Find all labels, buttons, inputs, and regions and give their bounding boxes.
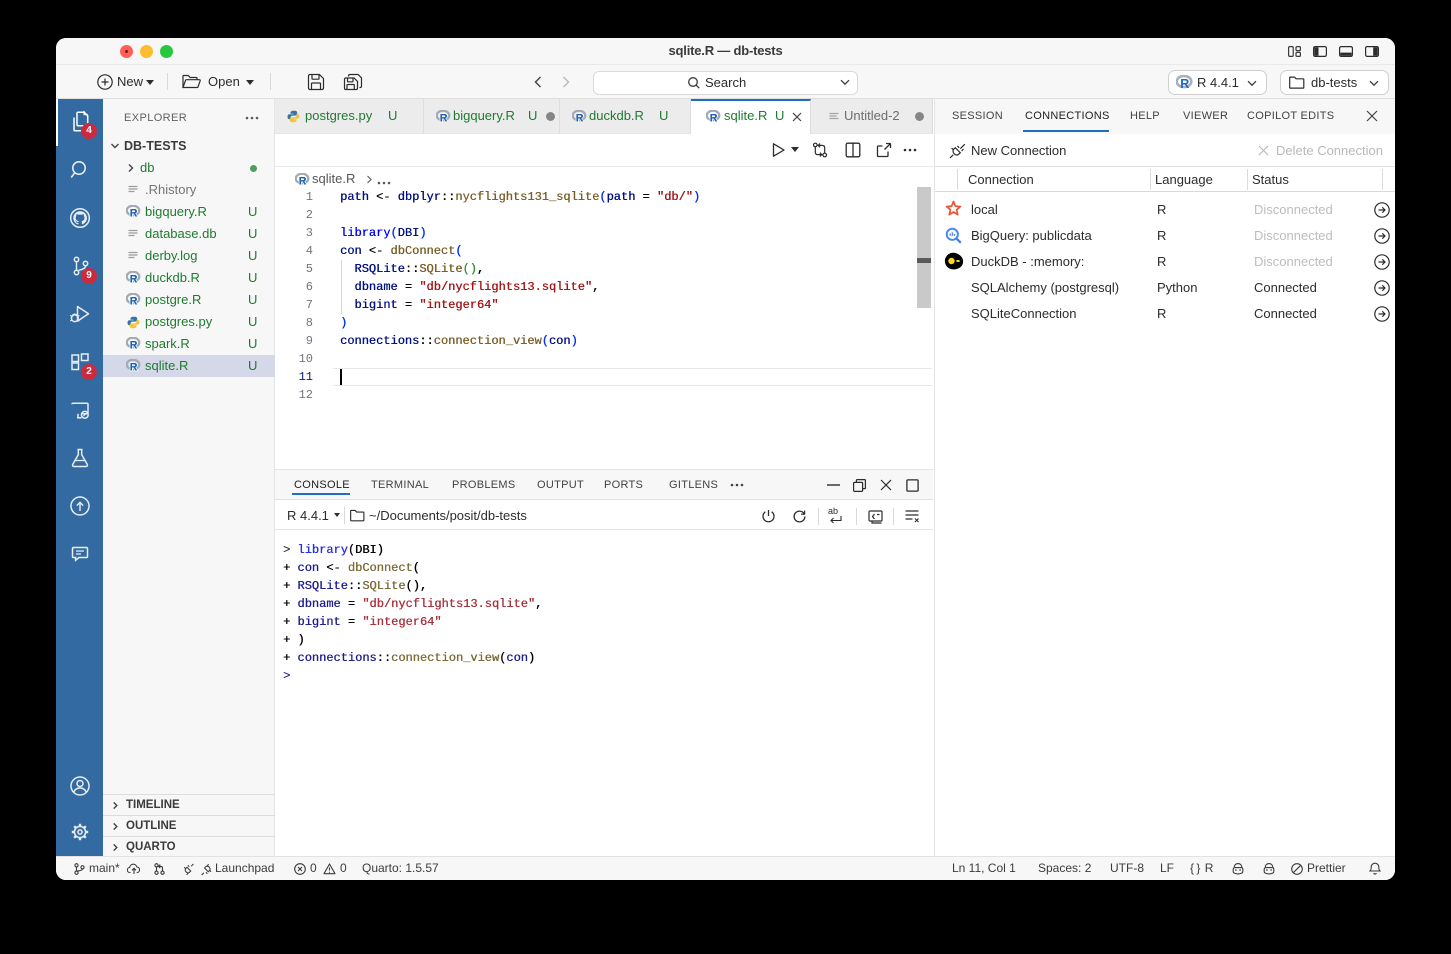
svg-text:R: R: [710, 112, 718, 123]
svg-text:R: R: [1180, 77, 1189, 90]
svg-text:R: R: [130, 273, 138, 284]
svg-text:R: R: [130, 339, 138, 350]
svg-text:R: R: [440, 112, 448, 123]
svg-text:R: R: [130, 295, 138, 306]
svg-text:R: R: [130, 361, 138, 372]
svg-text:R: R: [130, 207, 138, 218]
svg-text:R: R: [576, 112, 584, 123]
svg-text:R: R: [299, 175, 307, 186]
